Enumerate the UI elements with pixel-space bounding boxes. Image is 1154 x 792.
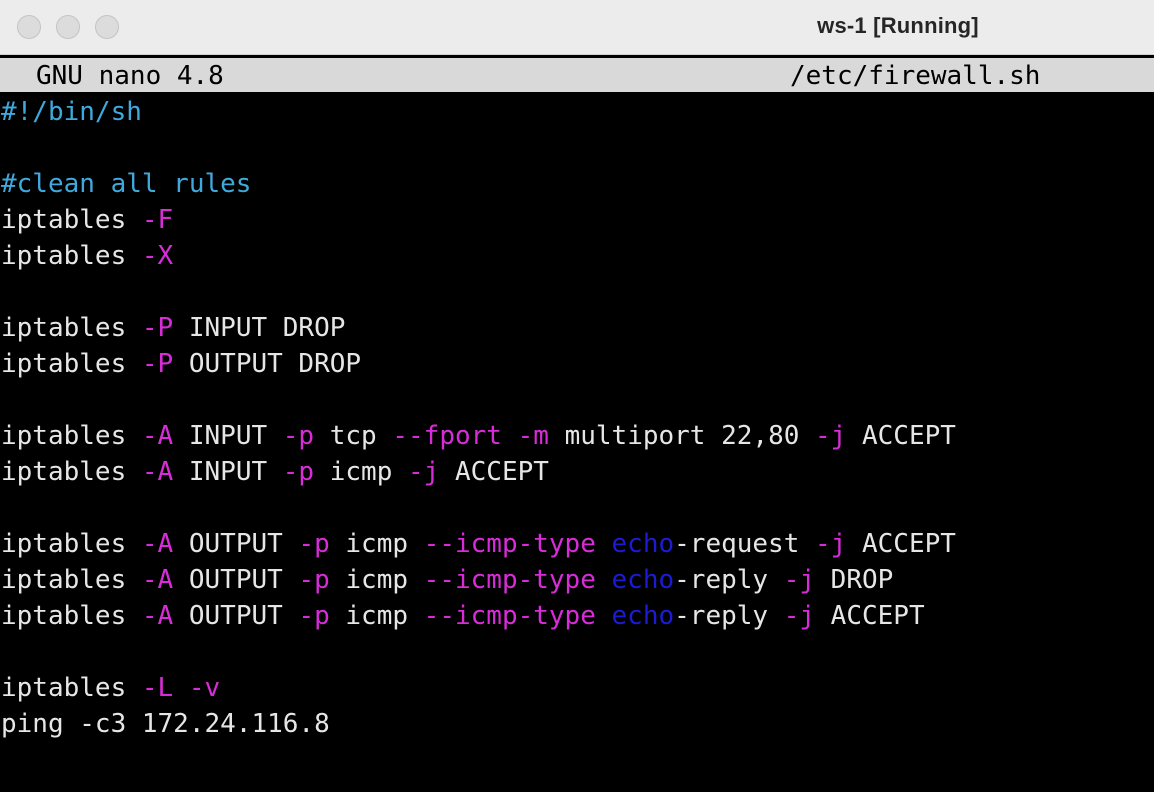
code-token-plain: iptables (1, 241, 142, 271)
code-token-plain: iptables (1, 673, 142, 703)
code-line[interactable]: iptables -A INPUT -p icmp -j ACCEPT (0, 454, 1154, 490)
code-token-plain: icmp (329, 529, 424, 559)
code-token-flag: -X (141, 241, 174, 271)
code-token-plain: INPUT (173, 421, 283, 451)
code-token-plain: DROP (815, 565, 894, 595)
code-token-plain: OUTPUT (173, 601, 299, 631)
code-token-plain: ACCEPT (439, 457, 549, 487)
code-token-flag: -p (298, 565, 330, 595)
code-token-flag: -P (141, 349, 174, 379)
code-token-plain: OUTPUT (173, 529, 299, 559)
code-token-flag: -p (298, 529, 330, 559)
close-window-button[interactable] (17, 15, 41, 39)
code-token-plain: -reply (674, 565, 784, 595)
terminal-screen[interactable]: GNU nano 4.8 /etc/firewall.sh #!/bin/sh #… (0, 55, 1154, 792)
code-token-flag: -p (282, 457, 315, 487)
code-token-plain: iptables (1, 421, 142, 451)
code-token-plain: ACCEPT (846, 421, 956, 451)
code-token-flag: -A (141, 421, 174, 451)
code-line[interactable]: #clean all rules (0, 166, 1154, 202)
code-line[interactable] (0, 274, 1154, 310)
code-line[interactable]: iptables -P INPUT DROP (0, 310, 1154, 346)
code-line[interactable]: #!/bin/sh (0, 94, 1154, 130)
code-token-plain: tcp (314, 421, 393, 451)
code-token-plain: iptables (1, 349, 142, 379)
code-token-plain: ACCEPT (815, 601, 925, 631)
code-token-flag: -j (408, 457, 440, 487)
code-line[interactable]: iptables -A INPUT -p tcp --fport -m mult… (0, 418, 1154, 454)
code-token-plain: icmp (329, 601, 424, 631)
code-token-flag: -j (815, 529, 847, 559)
code-token-flag: -p (298, 601, 330, 631)
code-token-plain: iptables (1, 457, 142, 487)
code-token-plain: OUTPUT DROP (173, 349, 362, 379)
code-token-plain: multiport 22,80 (548, 421, 816, 451)
code-token-flag: -j (815, 421, 847, 451)
code-token-echo: echo (611, 565, 675, 595)
code-token-plain: iptables (1, 313, 142, 343)
code-token-plain: ACCEPT (846, 529, 956, 559)
nano-title-bar: GNU nano 4.8 /etc/firewall.sh (0, 58, 1154, 92)
code-token-echo: echo (611, 529, 675, 559)
code-token-flag: --fport (392, 421, 502, 451)
code-token-plain: INPUT DROP (173, 313, 346, 343)
code-token-flag: -L (141, 673, 174, 703)
code-line[interactable]: iptables -P OUTPUT DROP (0, 346, 1154, 382)
code-token-plain: -reply (674, 601, 784, 631)
code-token-comment: #clean all rules (1, 169, 252, 199)
code-token-flag: -F (141, 205, 174, 235)
code-line[interactable]: iptables -X (0, 238, 1154, 274)
code-token-echo: echo (611, 601, 675, 631)
code-token-flag: -A (141, 565, 174, 595)
code-line[interactable] (0, 490, 1154, 526)
code-token-flag: -j (783, 601, 816, 631)
code-token-flag: --icmp-type (423, 529, 596, 559)
window-titlebar[interactable]: ws-1 [Running] (0, 0, 1154, 55)
code-token-flag: -v (188, 673, 221, 703)
code-line[interactable]: iptables -A OUTPUT -p icmp --icmp-type e… (0, 526, 1154, 562)
code-line[interactable] (0, 130, 1154, 166)
code-token-plain: -request (674, 529, 816, 559)
code-line[interactable]: iptables -F (0, 202, 1154, 238)
code-token-flag: -A (141, 601, 174, 631)
code-line[interactable] (0, 382, 1154, 418)
code-token-plain: iptables (1, 601, 142, 631)
code-token-plain: iptables (1, 565, 142, 595)
code-token-plain: icmp (329, 565, 424, 595)
code-token-plain: iptables (1, 205, 142, 235)
code-token-flag: -A (141, 529, 174, 559)
nano-version: GNU nano 4.8 (36, 61, 224, 91)
minimize-window-button[interactable] (56, 15, 80, 39)
code-token-plain: INPUT (173, 457, 283, 487)
code-line[interactable]: iptables -L -v (0, 670, 1154, 706)
code-token-plain: ping -c3 172.24.116.8 (1, 709, 330, 739)
code-token-plain: OUTPUT (173, 565, 299, 595)
code-token-flag: -p (282, 421, 315, 451)
code-token-flag: -A (141, 457, 174, 487)
code-token-flag: --icmp-type (423, 565, 596, 595)
code-token-comment: #!/bin/sh (1, 97, 142, 127)
code-line[interactable]: ping -c3 172.24.116.8 (0, 706, 1154, 742)
zoom-window-button[interactable] (95, 15, 119, 39)
window-title: ws-1 [Running] (817, 13, 979, 38)
code-line[interactable]: iptables -A OUTPUT -p icmp --icmp-type e… (0, 598, 1154, 634)
code-token-plain: iptables (1, 529, 142, 559)
code-token-flag: -j (783, 565, 816, 595)
code-line[interactable]: iptables -A OUTPUT -p icmp --icmp-type e… (0, 562, 1154, 598)
code-token-plain: icmp (314, 457, 409, 487)
nano-filename: /etc/firewall.sh (790, 61, 1041, 91)
code-token-flag: --icmp-type (423, 601, 596, 631)
editor-buffer[interactable]: #!/bin/sh #clean all rules iptables -F ipta… (0, 94, 1154, 742)
vm-window: ws-1 [Running] GNU nano 4.8 /etc/firewal… (0, 0, 1154, 792)
code-token-flag: -P (141, 313, 174, 343)
code-token-flag: -m (517, 421, 549, 451)
code-line[interactable] (0, 634, 1154, 670)
